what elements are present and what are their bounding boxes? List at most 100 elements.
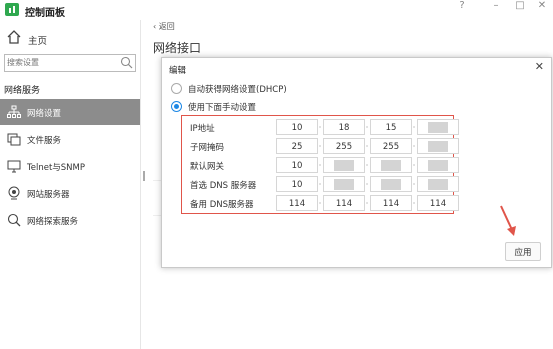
dns1-octet-3[interactable] [370, 176, 412, 192]
search-input[interactable] [7, 56, 115, 69]
home-nav-item[interactable]: 主页 [0, 26, 140, 52]
octet-value: 10 [291, 180, 303, 190]
octet-value: 114 [288, 199, 306, 209]
sidebar-splitter[interactable] [140, 20, 141, 349]
subnet-mask-row: 子网掩码 25 · 255 · 255 · [182, 137, 459, 154]
search-icon [7, 213, 21, 227]
redacted-value [381, 160, 401, 171]
minimize-button[interactable]: – [486, 0, 506, 14]
red-arrow-annotation [500, 205, 516, 236]
gateway-octet-3[interactable] [370, 157, 412, 173]
redacted-value [428, 122, 448, 133]
app-title: 控制面板 [25, 8, 65, 19]
ip-octet-1[interactable]: 10 [276, 119, 318, 135]
sidebar-item-telnet-snmp[interactable]: Telnet与SNMP [0, 153, 140, 179]
octet-separator: · [412, 161, 416, 170]
dns1-octet-1[interactable]: 10 [276, 176, 318, 192]
octet-separator: · [365, 199, 369, 208]
octet-value: 18 [338, 123, 350, 133]
edit-dialog: 编辑 ✕ 自动获得网络设置(DHCP) 使用下面手动设置 IP地址 10 · 1… [161, 57, 552, 268]
octet-separator: · [318, 161, 322, 170]
monitor-icon [7, 160, 21, 173]
redacted-value [428, 141, 448, 152]
redacted-value [381, 179, 401, 190]
radio-dhcp-label[interactable]: 自动获得网络设置(DHCP) [188, 83, 287, 95]
gateway-label: 默认网关 [190, 162, 225, 172]
sidebar: 主页 网络服务 网络设置 文件服务 Telnet与SNMP [0, 20, 140, 349]
control-panel-icon [5, 3, 19, 16]
sidebar-item-web-server[interactable]: 网站服务器 [0, 180, 140, 206]
radio-dhcp[interactable] [171, 83, 182, 94]
network-icon [7, 105, 21, 118]
alternate-dns-label: 备用 DNS服务器 [190, 200, 254, 210]
alternate-dns-row: 备用 DNS服务器 114 · 114 · 114 · 114 [182, 194, 459, 211]
octet-value: 10 [291, 123, 303, 133]
ip-address-row: IP地址 10 · 18 · 15 · [182, 118, 459, 135]
sidebar-item-network-settings[interactable]: 网络设置 [0, 99, 140, 125]
octet-separator: · [318, 123, 322, 132]
octet-value: 15 [385, 123, 397, 133]
octet-separator: · [318, 180, 322, 189]
mask-octet-4[interactable] [417, 138, 459, 154]
sidebar-item-file-service[interactable]: 文件服务 [0, 126, 140, 152]
radio-manual[interactable] [171, 101, 182, 112]
octet-value: 114 [429, 199, 447, 209]
splitter-grip[interactable] [143, 171, 145, 181]
sidebar-item-label: Telnet与SNMP [27, 163, 86, 173]
octet-value: 114 [382, 199, 400, 209]
octet-separator: · [365, 142, 369, 151]
octet-value: 255 [335, 142, 353, 152]
octet-value: 10 [291, 161, 303, 171]
octet-separator: · [365, 123, 369, 132]
globe-icon [8, 186, 20, 200]
dns2-octet-2[interactable]: 114 [323, 195, 365, 211]
dns1-octet-4[interactable] [417, 176, 459, 192]
maximize-button[interactable]: □ [510, 0, 530, 14]
gateway-octet-1[interactable]: 10 [276, 157, 318, 173]
octet-separator: · [412, 199, 416, 208]
apply-button[interactable]: 应用 [505, 242, 541, 261]
manual-settings-box: IP地址 10 · 18 · 15 · 子网掩码 25 · 255 · 255 … [181, 115, 459, 214]
sidebar-item-network-discovery[interactable]: 网络探索服务 [0, 207, 140, 233]
dialog-title: 编辑 [169, 66, 187, 76]
back-link[interactable]: ‹ 返回 [153, 21, 175, 32]
redacted-value [428, 179, 448, 190]
home-icon [7, 30, 21, 44]
octet-value: 114 [335, 199, 353, 209]
close-window-button[interactable]: ✕ [532, 0, 552, 14]
sidebar-item-label: 网络设置 [27, 109, 62, 119]
gateway-octet-2[interactable] [323, 157, 365, 173]
redacted-value [334, 160, 354, 171]
help-button[interactable]: ? [452, 0, 472, 14]
octet-separator: · [318, 199, 322, 208]
dns2-octet-4[interactable]: 114 [417, 195, 459, 211]
mask-octet-3[interactable]: 255 [370, 138, 412, 154]
ip-octet-3[interactable]: 15 [370, 119, 412, 135]
title-bar: 控制面板 ? – □ ✕ [0, 0, 553, 20]
close-icon[interactable]: ✕ [535, 60, 544, 73]
back-label: 返回 [158, 22, 175, 31]
dns1-octet-2[interactable] [323, 176, 365, 192]
page-title: 网络接口 [153, 41, 202, 55]
dns2-octet-3[interactable]: 114 [370, 195, 412, 211]
file-service-icon [7, 133, 21, 146]
home-label: 主页 [28, 36, 48, 47]
subnet-mask-label: 子网掩码 [190, 143, 225, 153]
mask-octet-2[interactable]: 255 [323, 138, 365, 154]
redacted-value [428, 160, 448, 171]
dns2-octet-1[interactable]: 114 [276, 195, 318, 211]
octet-value: 25 [291, 142, 303, 152]
gateway-octet-4[interactable] [417, 157, 459, 173]
search-box [4, 54, 136, 72]
radio-manual-label[interactable]: 使用下面手动设置 [188, 101, 256, 113]
search-icon[interactable] [120, 56, 133, 69]
octet-separator: · [412, 123, 416, 132]
sidebar-item-label: 网站服务器 [27, 190, 70, 200]
octet-separator: · [365, 161, 369, 170]
section-label-network-services: 网络服务 [4, 86, 41, 96]
mask-octet-1[interactable]: 25 [276, 138, 318, 154]
gateway-row: 默认网关 10 · · · [182, 156, 459, 173]
ip-octet-2[interactable]: 18 [323, 119, 365, 135]
preferred-dns-label: 首选 DNS 服务器 [190, 181, 257, 191]
ip-octet-4[interactable] [417, 119, 459, 135]
